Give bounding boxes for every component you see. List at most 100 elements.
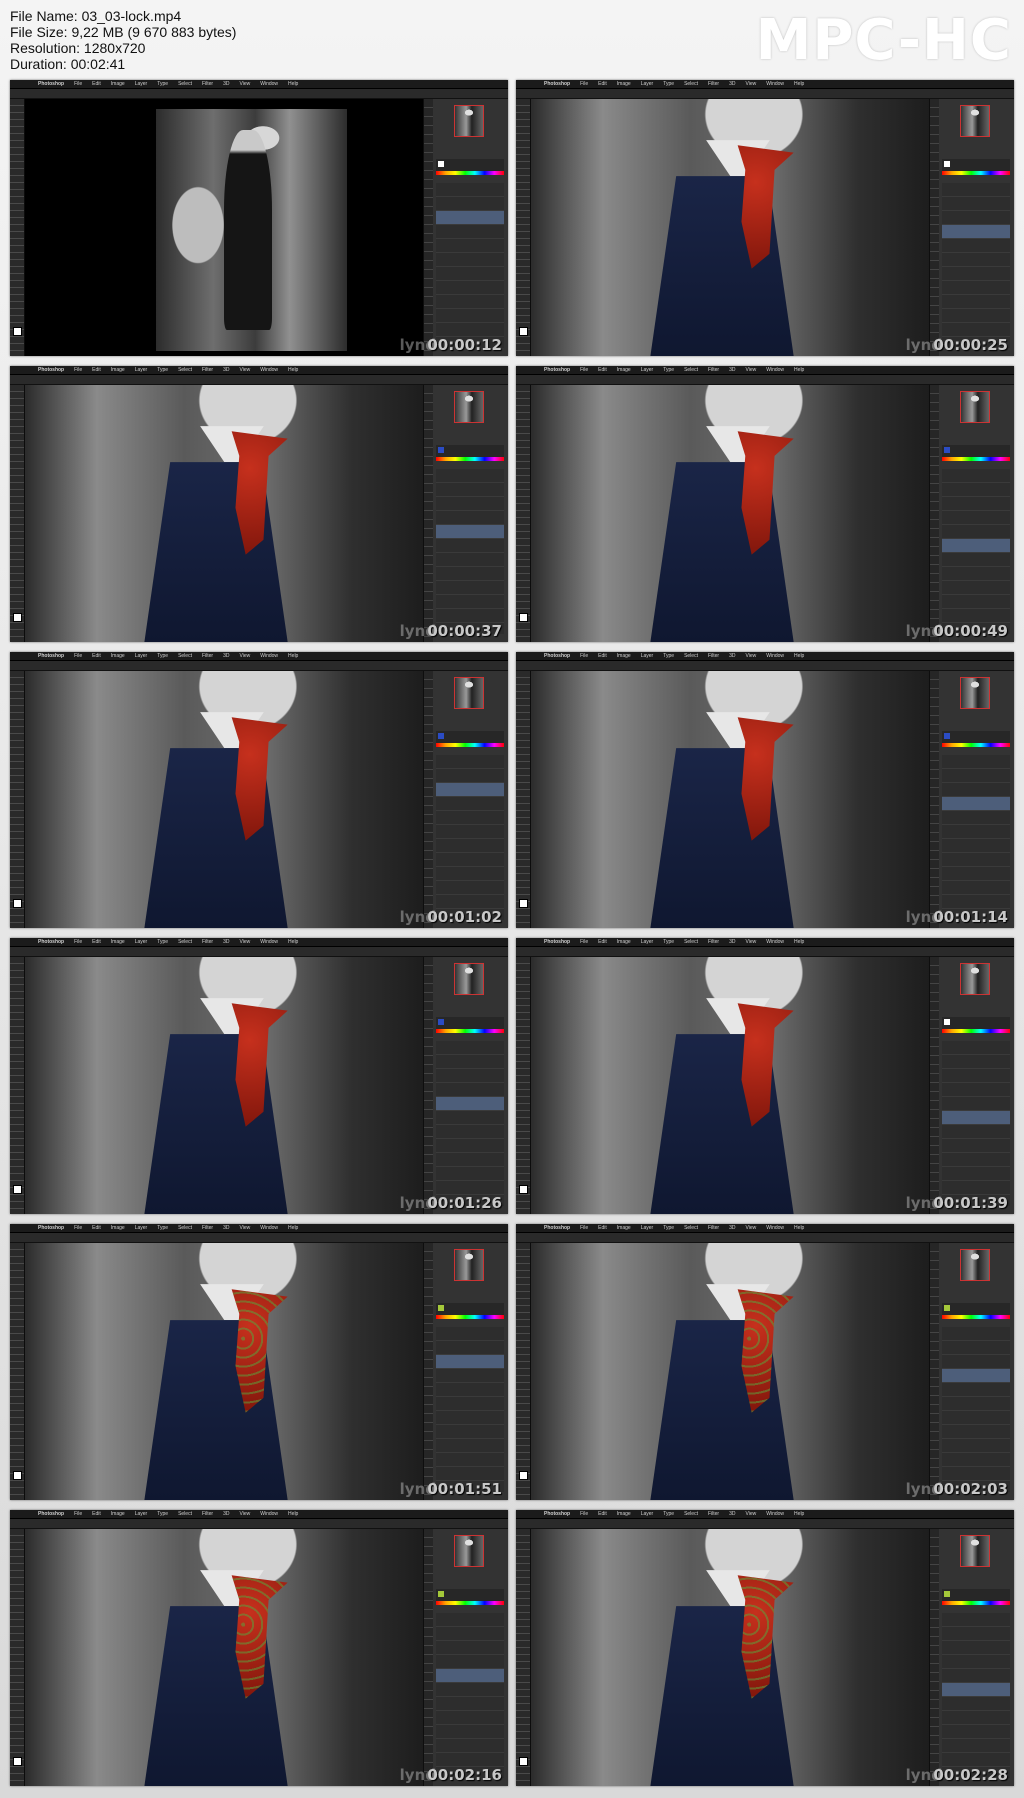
color-swatch-icon[interactable] xyxy=(13,327,22,336)
panel-icon-strip[interactable] xyxy=(424,385,433,642)
panel-icon-strip[interactable] xyxy=(424,1243,433,1500)
panel-icon-strip[interactable] xyxy=(424,957,433,1214)
color-spectrum[interactable] xyxy=(436,171,504,175)
panel-icon-strip[interactable] xyxy=(930,99,939,356)
color-panel[interactable] xyxy=(436,1303,504,1319)
foreground-swatch-icon[interactable] xyxy=(438,1019,444,1025)
document-canvas[interactable] xyxy=(25,957,423,1214)
side-panels[interactable] xyxy=(929,99,1014,356)
color-spectrum[interactable] xyxy=(942,1029,1010,1033)
layers-panel[interactable] xyxy=(436,1041,504,1206)
side-panels[interactable] xyxy=(929,385,1014,642)
foreground-swatch-icon[interactable] xyxy=(944,447,950,453)
color-swatch-icon[interactable] xyxy=(13,613,22,622)
layers-panel[interactable] xyxy=(436,1327,504,1492)
selected-layer-row[interactable] xyxy=(436,211,504,224)
foreground-swatch-icon[interactable] xyxy=(438,1305,444,1311)
tools-panel[interactable] xyxy=(10,1243,25,1500)
color-spectrum[interactable] xyxy=(942,1315,1010,1319)
document-canvas[interactable] xyxy=(25,99,423,356)
color-swatch-icon[interactable] xyxy=(519,1185,528,1194)
navigator-thumbnail[interactable] xyxy=(454,1535,484,1567)
color-panel[interactable] xyxy=(942,159,1010,175)
video-thumbnail[interactable]: Photoshop File Edit Image Layer Type Select Fil… xyxy=(516,652,1014,928)
navigator-thumbnail[interactable] xyxy=(960,391,990,423)
tools-panel[interactable] xyxy=(10,957,25,1214)
color-swatch-icon[interactable] xyxy=(13,899,22,908)
video-thumbnail[interactable]: Photoshop File Edit Image Layer Type Select Fil… xyxy=(10,1224,508,1500)
side-panels[interactable] xyxy=(423,1529,508,1786)
video-thumbnail[interactable]: Photoshop File Edit Image Layer Type Select Fil… xyxy=(10,938,508,1214)
color-panel[interactable] xyxy=(942,1017,1010,1033)
side-panels[interactable] xyxy=(423,99,508,356)
document-canvas[interactable] xyxy=(531,1243,929,1500)
panel-icon-strip[interactable] xyxy=(424,99,433,356)
color-panel[interactable] xyxy=(436,731,504,747)
color-swatch-icon[interactable] xyxy=(519,1757,528,1766)
color-spectrum[interactable] xyxy=(942,457,1010,461)
tools-panel[interactable] xyxy=(10,385,25,642)
video-thumbnail[interactable]: Photoshop File Edit Image Layer Type Select Fil… xyxy=(516,938,1014,1214)
selected-layer-row[interactable] xyxy=(942,797,1010,810)
tools-panel[interactable] xyxy=(10,671,25,928)
side-panels[interactable] xyxy=(929,671,1014,928)
document-canvas[interactable] xyxy=(25,1529,423,1786)
selected-layer-row[interactable] xyxy=(436,783,504,796)
panel-icon-strip[interactable] xyxy=(424,1529,433,1786)
document-canvas[interactable] xyxy=(531,99,929,356)
panel-icon-strip[interactable] xyxy=(930,1243,939,1500)
navigator-thumbnail[interactable] xyxy=(454,963,484,995)
color-spectrum[interactable] xyxy=(436,743,504,747)
layers-panel[interactable] xyxy=(436,1613,504,1778)
color-swatch-icon[interactable] xyxy=(519,899,528,908)
tools-panel[interactable] xyxy=(516,385,531,642)
color-panel[interactable] xyxy=(436,159,504,175)
side-panels[interactable] xyxy=(423,957,508,1214)
video-thumbnail[interactable]: Photoshop File Edit Image Layer Type Select Fil… xyxy=(10,1510,508,1786)
color-panel[interactable] xyxy=(436,445,504,461)
selected-layer-row[interactable] xyxy=(436,525,504,538)
video-thumbnail[interactable]: Photoshop File Edit Image Layer Type Select Fil… xyxy=(516,366,1014,642)
navigator-thumbnail[interactable] xyxy=(454,391,484,423)
color-swatch-icon[interactable] xyxy=(519,613,528,622)
foreground-swatch-icon[interactable] xyxy=(944,1305,950,1311)
navigator-thumbnail[interactable] xyxy=(960,963,990,995)
document-canvas[interactable] xyxy=(531,671,929,928)
layers-panel[interactable] xyxy=(436,183,504,348)
color-swatch-icon[interactable] xyxy=(13,1471,22,1480)
color-spectrum[interactable] xyxy=(942,743,1010,747)
document-canvas[interactable] xyxy=(25,1243,423,1500)
document-canvas[interactable] xyxy=(531,1529,929,1786)
tools-panel[interactable] xyxy=(516,99,531,356)
color-panel[interactable] xyxy=(942,445,1010,461)
video-thumbnail[interactable]: Photoshop File Edit Image Layer Type Select Fil… xyxy=(516,80,1014,356)
video-thumbnail[interactable]: Photoshop File Edit Image Layer Type Select Fil… xyxy=(516,1224,1014,1500)
foreground-swatch-icon[interactable] xyxy=(438,161,444,167)
navigator-thumbnail[interactable] xyxy=(960,1535,990,1567)
selected-layer-row[interactable] xyxy=(942,225,1010,238)
side-panels[interactable] xyxy=(423,1243,508,1500)
selected-layer-row[interactable] xyxy=(436,1669,504,1682)
foreground-swatch-icon[interactable] xyxy=(438,1591,444,1597)
layers-panel[interactable] xyxy=(942,1613,1010,1778)
video-thumbnail[interactable]: Photoshop File Edit Image Layer Type Select Fil… xyxy=(516,1510,1014,1786)
layers-panel[interactable] xyxy=(942,755,1010,920)
video-thumbnail[interactable]: Photoshop File Edit Image Layer Type Select Fil… xyxy=(10,652,508,928)
foreground-swatch-icon[interactable] xyxy=(944,1019,950,1025)
color-swatch-icon[interactable] xyxy=(519,1471,528,1480)
video-thumbnail[interactable]: Photoshop File Edit Image Layer Type Select Fil… xyxy=(10,80,508,356)
document-canvas[interactable] xyxy=(531,957,929,1214)
tools-panel[interactable] xyxy=(516,671,531,928)
foreground-swatch-icon[interactable] xyxy=(944,733,950,739)
layers-panel[interactable] xyxy=(942,1327,1010,1492)
layers-panel[interactable] xyxy=(942,1041,1010,1206)
color-spectrum[interactable] xyxy=(942,1601,1010,1605)
layers-panel[interactable] xyxy=(436,469,504,634)
tools-panel[interactable] xyxy=(10,99,25,356)
selected-layer-row[interactable] xyxy=(436,1355,504,1368)
color-panel[interactable] xyxy=(436,1589,504,1605)
tools-panel[interactable] xyxy=(516,1243,531,1500)
video-thumbnail[interactable]: Photoshop File Edit Image Layer Type Select Fil… xyxy=(10,366,508,642)
selected-layer-row[interactable] xyxy=(942,1683,1010,1696)
foreground-swatch-icon[interactable] xyxy=(438,733,444,739)
